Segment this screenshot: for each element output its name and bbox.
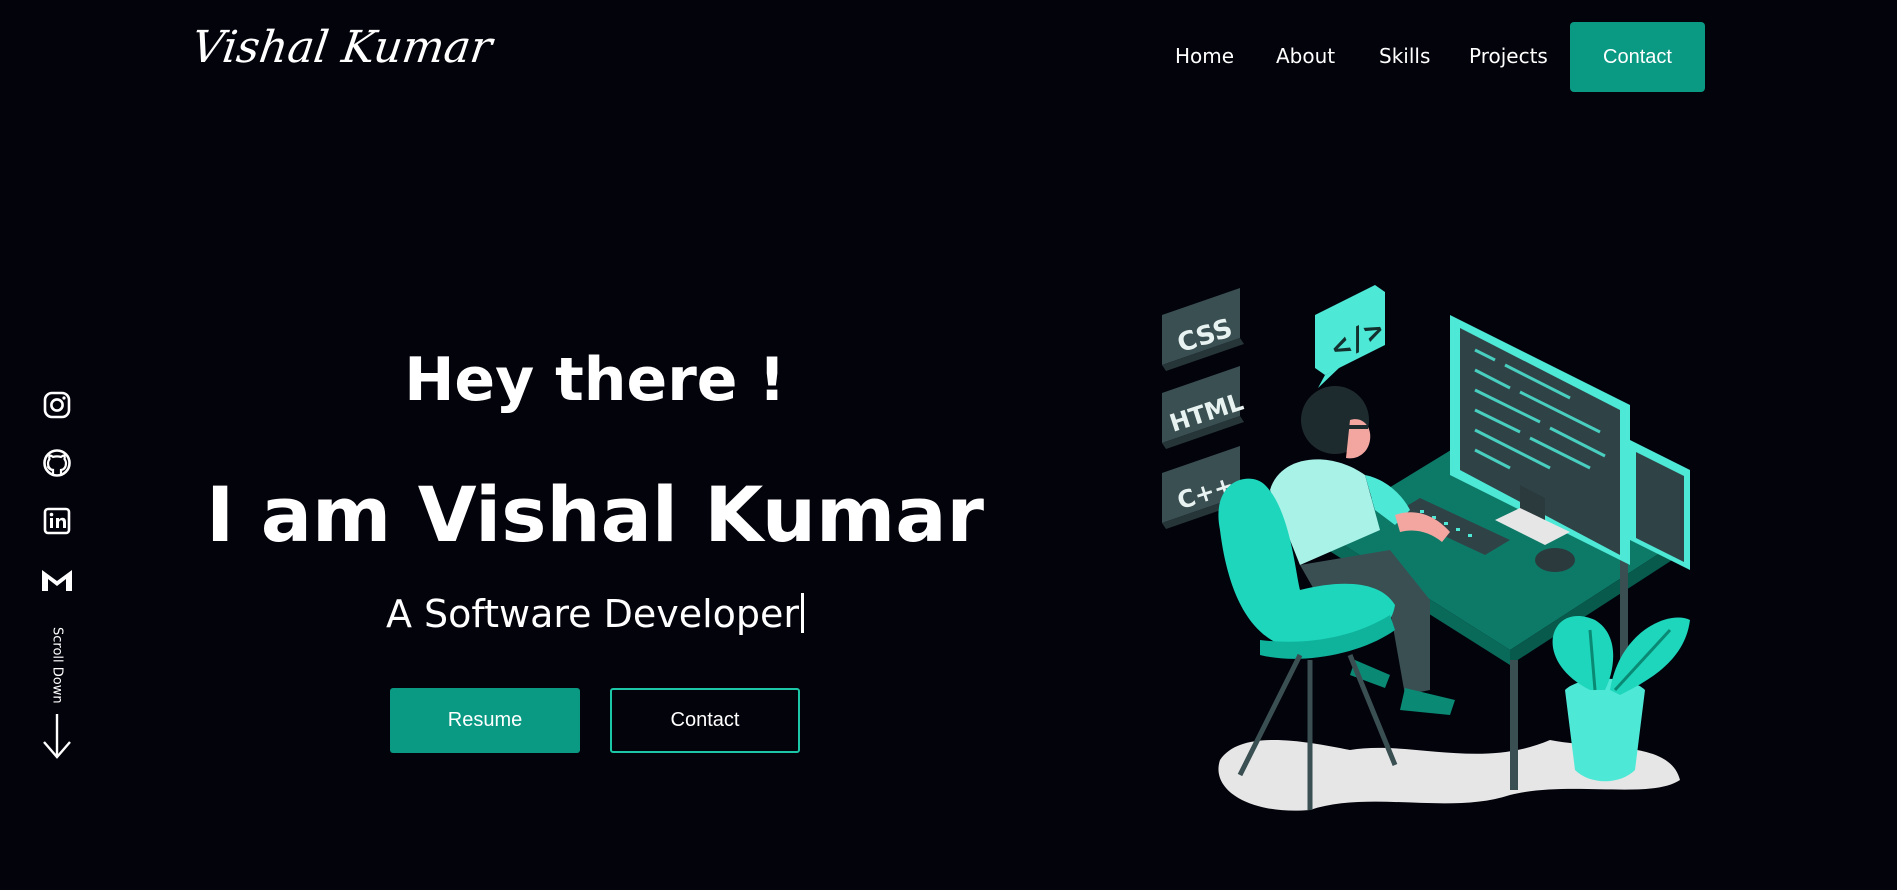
arrow-down-icon[interactable]: [40, 712, 74, 764]
gmail-icon[interactable]: [40, 562, 74, 596]
github-icon[interactable]: [40, 446, 74, 480]
nav-contact-button[interactable]: Contact: [1570, 22, 1705, 92]
hero-role: A Software Developer: [190, 592, 1000, 636]
hero-contact-button[interactable]: Contact: [610, 688, 800, 753]
page: Vishal Kumar Home About Skills Projects …: [0, 0, 1897, 890]
instagram-icon[interactable]: [40, 388, 74, 422]
resume-button[interactable]: Resume: [390, 688, 580, 753]
html-tag: HTML: [1162, 366, 1247, 449]
typing-caret: [801, 593, 805, 633]
nav-home[interactable]: Home: [1175, 44, 1234, 68]
hero-name: I am Vishal Kumar: [206, 470, 984, 559]
hero-greeting: Hey there !: [404, 345, 786, 415]
logo[interactable]: Vishal Kumar: [188, 22, 495, 73]
css-tag: CSS: [1162, 288, 1244, 371]
nav-skills[interactable]: Skills: [1379, 44, 1430, 68]
nav-about[interactable]: About: [1276, 44, 1335, 68]
scroll-down-label: Scroll Down: [49, 626, 65, 704]
developer-illustration: CSS HTML C++ </>: [1162, 285, 1690, 811]
linkedin-icon[interactable]: [40, 504, 74, 538]
nav-projects[interactable]: Projects: [1469, 44, 1548, 68]
hero-role-text: A Software Developer: [385, 592, 800, 636]
code-bubble: </>: [1315, 285, 1389, 388]
